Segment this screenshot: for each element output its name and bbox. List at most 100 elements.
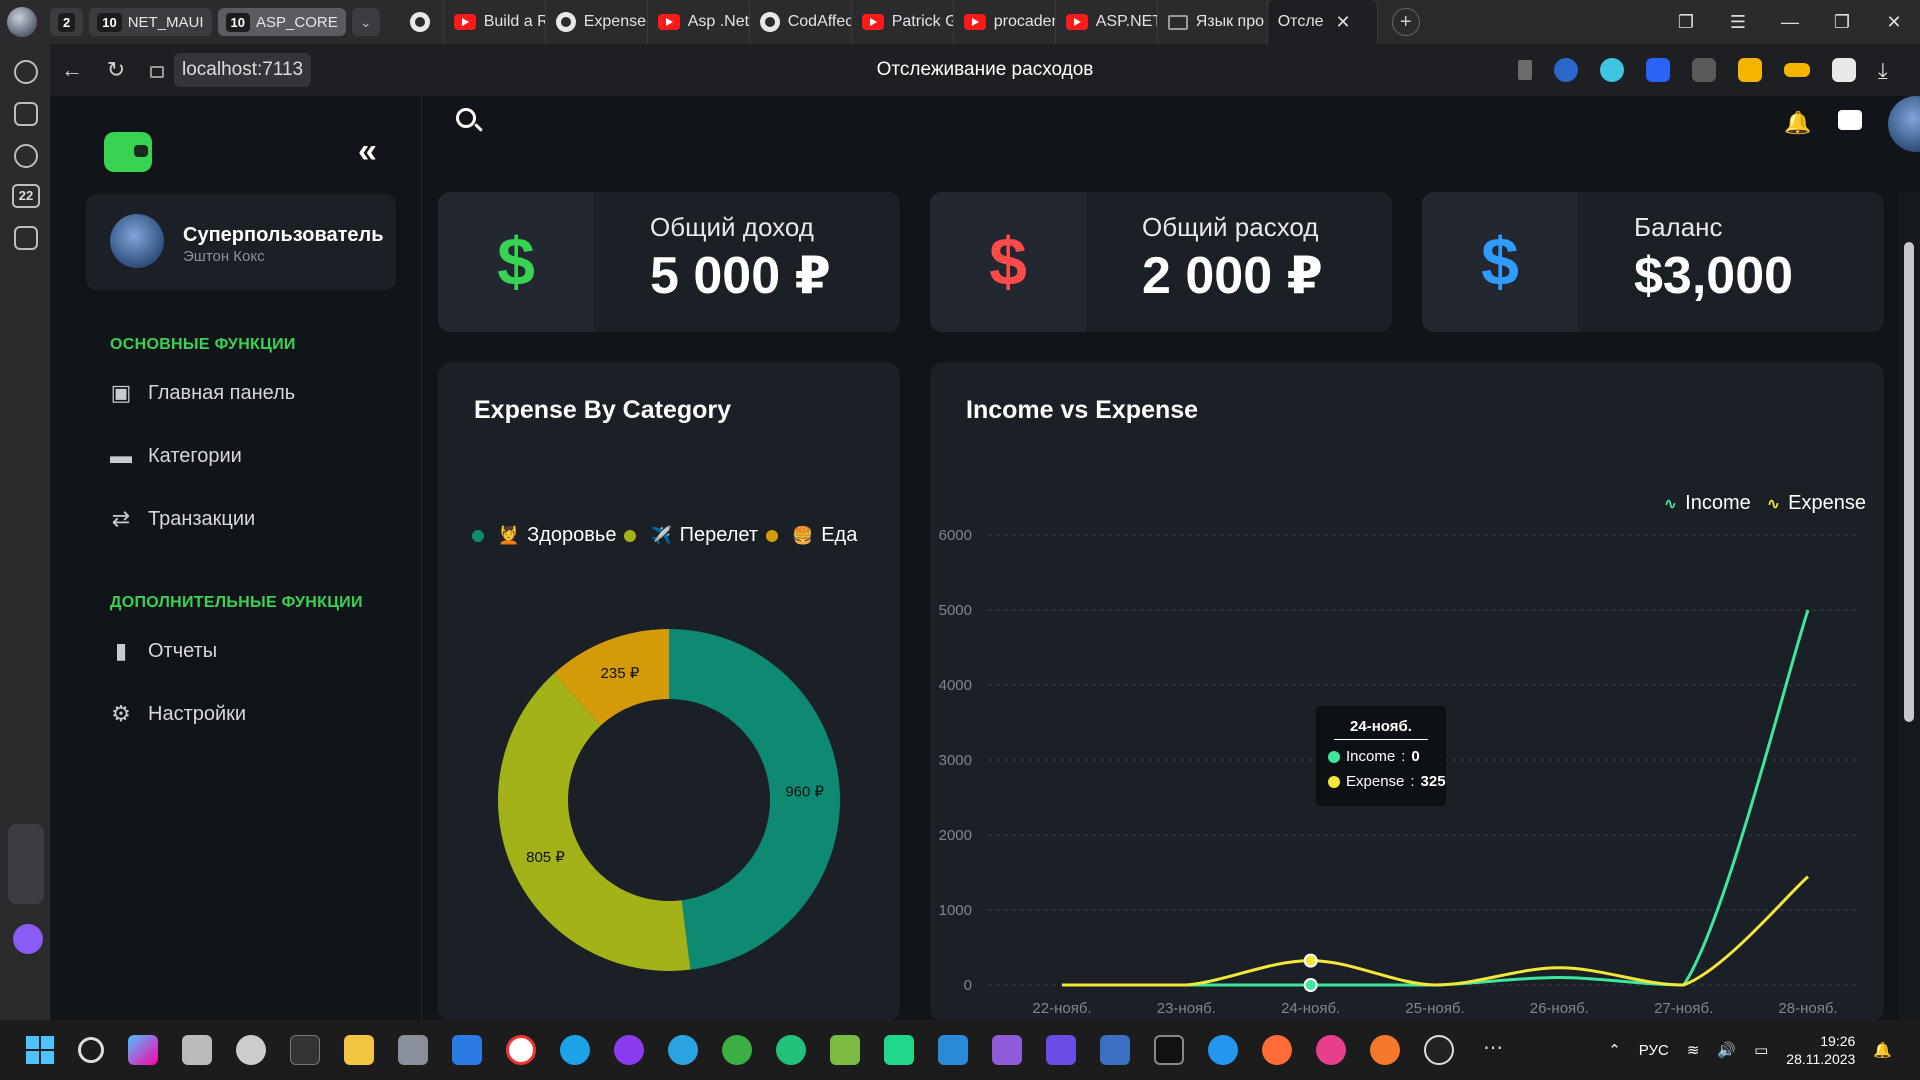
browser-tab[interactable]: Asp .Net [648, 0, 750, 44]
sidebar-item-settings[interactable]: ⚙ Настройки [108, 699, 246, 729]
sidebar-item-transactions[interactable]: ⇄ Транзакции [108, 504, 255, 534]
screenshot-icon[interactable] [14, 226, 38, 250]
postman-icon[interactable] [1262, 1035, 1292, 1065]
browser-profile-button[interactable] [0, 0, 44, 44]
wifi-icon[interactable]: ≋ [1687, 1041, 1700, 1059]
new-tab-button[interactable]: + [1391, 8, 1420, 36]
url-text[interactable]: localhost:7113 [174, 53, 312, 87]
tab-group-net-maui[interactable]: 10 NET_MAUI [89, 8, 212, 36]
battery-extension-icon[interactable] [1784, 63, 1810, 77]
notification-bell-icon[interactable]: 🔔 [1873, 1041, 1892, 1059]
back-icon[interactable]: ← [50, 57, 94, 83]
battery-icon[interactable]: ▭ [1754, 1041, 1768, 1059]
url-field[interactable]: localhost:7113 [150, 53, 312, 87]
browser-tab[interactable]: Expense- [546, 0, 648, 44]
windows-start-icon[interactable] [26, 1036, 54, 1064]
copilot-icon[interactable] [128, 1035, 158, 1065]
app-icon[interactable] [1316, 1035, 1346, 1065]
browser-tab[interactable]: CodAffec [750, 0, 852, 44]
reload-icon[interactable]: ↻ [94, 57, 138, 83]
sidebar-item-label: Главная панель [148, 381, 296, 404]
bell-icon[interactable]: 🔔 [1784, 110, 1811, 136]
calendar-icon[interactable]: 22 [12, 184, 40, 208]
dotpeek-icon[interactable] [1046, 1035, 1076, 1065]
chevron-up-icon[interactable]: ⌃ [1608, 1041, 1621, 1059]
reader-extension-icon[interactable] [1832, 58, 1856, 82]
browser-tab[interactable]: procadem [954, 0, 1056, 44]
task-view-icon[interactable] [182, 1035, 212, 1065]
income-vs-expense-card: Income vs Expense ∿ Income ∿ Expense 0 1000… [930, 362, 1884, 1022]
notion-icon[interactable] [290, 1035, 320, 1065]
tab-group-asp-core[interactable]: 10 ASP_CORE [217, 8, 346, 36]
clock[interactable]: 19:26 28.11.2023 [1786, 1032, 1855, 1068]
utorrent-icon[interactable] [722, 1035, 752, 1065]
qt-icon[interactable] [776, 1035, 806, 1065]
series-line[interactable] [1061, 875, 1809, 987]
bookmark-icon[interactable] [1518, 60, 1532, 80]
page-scrollbar[interactable] [1898, 192, 1920, 1020]
sidebar-item-reports[interactable]: ▮ Отчеты [108, 636, 217, 666]
chat-icon[interactable] [1838, 110, 1862, 130]
close-window-icon[interactable]: ✕ [1868, 12, 1920, 33]
github-icon [759, 12, 780, 32]
collections-icon[interactable]: ❐ [1660, 12, 1712, 33]
gitzip-extension-icon[interactable] [1692, 58, 1716, 82]
search-icon[interactable] [456, 108, 476, 128]
browser-tab[interactable] [400, 0, 444, 44]
mail-icon[interactable] [452, 1035, 482, 1065]
tor-icon[interactable] [614, 1035, 644, 1065]
user-card[interactable]: Суперпользователь Эштон Кокс [86, 194, 396, 290]
sidebar-panel-toggle[interactable] [8, 824, 44, 904]
close-icon[interactable]: ✕ [1336, 12, 1351, 33]
vscode-icon[interactable] [938, 1035, 968, 1065]
legend-dot [1328, 750, 1340, 763]
avatar[interactable] [1888, 96, 1920, 152]
github-desktop-icon[interactable] [1424, 1035, 1454, 1065]
vpn-extension-icon[interactable] [1554, 58, 1578, 82]
language-indicator[interactable]: РУС [1639, 1042, 1669, 1059]
telegram-icon[interactable] [668, 1035, 698, 1065]
powershell-icon[interactable] [1100, 1035, 1130, 1065]
data-point[interactable] [1303, 978, 1318, 992]
docker-icon[interactable] [1208, 1035, 1238, 1065]
lock-extension-icon[interactable] [1738, 58, 1762, 82]
pie-slice[interactable] [498, 673, 691, 972]
tab-group-1[interactable]: 2 [50, 8, 84, 36]
volume-icon[interactable]: 🔊 [1717, 1041, 1736, 1059]
collapse-sidebar-icon[interactable]: « [358, 132, 377, 171]
shield-extension-icon[interactable] [1646, 58, 1670, 82]
blender-icon[interactable] [1370, 1035, 1400, 1065]
scrollbar-thumb[interactable] [1904, 242, 1914, 722]
collections-icon[interactable] [14, 102, 38, 126]
notepad-icon[interactable] [830, 1035, 860, 1065]
wallet-logo-icon[interactable] [104, 132, 152, 172]
file-explorer-icon[interactable] [344, 1035, 374, 1065]
browser-tab[interactable]: Patrick G [852, 0, 954, 44]
browser-tab-active[interactable]: Отсле ✕ [50, 0, 1378, 110]
browser-tab[interactable]: Язык про [1158, 0, 1268, 44]
assistant-icon[interactable] [13, 924, 43, 954]
browser-tab[interactable]: Build a Re [444, 0, 546, 44]
chat-extension-icon[interactable] [1600, 58, 1624, 82]
history-icon[interactable] [14, 60, 38, 84]
tab-groups-dropdown[interactable]: ⌄ [351, 8, 380, 36]
data-point[interactable] [1303, 953, 1318, 968]
sidebar-item-dashboard[interactable]: ▣ Главная панель [108, 378, 296, 408]
download-icon[interactable]: ⤓ [1878, 58, 1902, 83]
calculator-icon[interactable] [398, 1035, 428, 1065]
yandex-browser-icon[interactable] [506, 1035, 536, 1065]
restore-icon[interactable]: ❐ [1816, 12, 1868, 33]
play-icon[interactable] [14, 144, 38, 168]
more-icon[interactable]: ⋯ [1478, 1035, 1508, 1065]
minimize-icon[interactable]: — [1764, 12, 1816, 33]
sidebar-item-categories[interactable]: ▬ Категории [108, 441, 242, 471]
terminal-icon[interactable] [1154, 1035, 1184, 1065]
dollar-sign: $ [497, 224, 535, 300]
browser-tab[interactable]: ASP.NET [1056, 0, 1158, 44]
pycharm-icon[interactable] [884, 1035, 914, 1065]
visual-studio-icon[interactable] [992, 1035, 1022, 1065]
weather-icon[interactable] [236, 1035, 266, 1065]
search-icon[interactable] [78, 1037, 104, 1063]
menu-icon[interactable]: ☰ [1712, 12, 1764, 33]
edge-icon[interactable] [560, 1035, 590, 1065]
